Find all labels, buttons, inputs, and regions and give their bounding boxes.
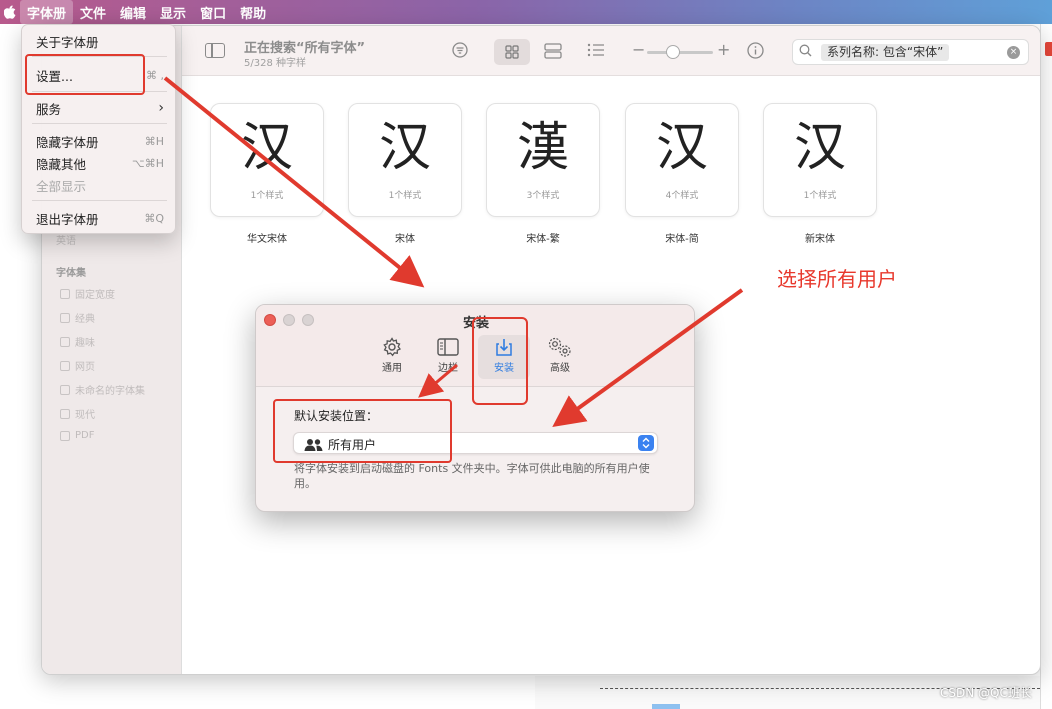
highlight-install-location — [273, 399, 452, 463]
sidebar-icon — [422, 335, 474, 359]
annotation-text: 选择所有用户 — [777, 267, 897, 291]
font-preview-glyph: 汉 — [378, 118, 431, 178]
font-name: 华文宋体 — [247, 234, 287, 245]
submenu-arrow-icon: › — [158, 100, 164, 116]
menu-window[interactable]: 窗口 — [193, 0, 233, 24]
menu-item-services[interactable]: 服务 › — [36, 98, 164, 118]
menu-fontbook[interactable]: 字体册 — [20, 0, 74, 24]
menu-item-quit[interactable]: 退出字体册 ⌘Q — [36, 208, 164, 228]
font-preview-glyph: 汉 — [793, 118, 846, 178]
zoom-in-icon[interactable]: + — [717, 40, 730, 59]
background-window-edge — [1040, 24, 1052, 709]
font-card[interactable]: 汉 1个样式 — [348, 103, 462, 217]
strip-view-icon[interactable] — [544, 43, 562, 63]
tab-general[interactable]: 通用 — [366, 335, 418, 379]
font-preview-glyph: 汉 — [240, 118, 293, 178]
sidebar-section-collections: 字体集 — [56, 268, 86, 279]
font-card[interactable]: 汉 1个样式 — [210, 103, 324, 217]
zoom-out-icon[interactable]: − — [632, 40, 645, 59]
sidebar-item-english[interactable]: 英语 — [56, 232, 76, 247]
menu-edit[interactable]: 编辑 — [113, 0, 153, 24]
font-preview-glyph: 汉 — [655, 118, 708, 178]
background-red-icon — [1045, 42, 1052, 56]
font-card[interactable]: 汉 4个样式 — [625, 103, 739, 217]
sidebar-collection-fixed-width[interactable]: 固定宽度 — [60, 286, 115, 301]
toggle-sidebar-icon[interactable] — [205, 43, 225, 58]
sidebar-collection-pdf[interactable]: PDF — [60, 430, 94, 441]
collection-icon — [60, 384, 70, 395]
menu-item-about[interactable]: 关于字体册 — [36, 31, 164, 51]
highlight-settings — [25, 54, 145, 95]
sidebar-collection-web[interactable]: 网页 — [60, 358, 95, 373]
font-style-count: 1个样式 — [803, 191, 837, 201]
menu-item-hide[interactable]: 隐藏字体册 ⌘H — [36, 131, 164, 151]
sidebar-collection-untitled[interactable]: 未命名的字体集 — [60, 382, 145, 397]
collection-icon — [60, 336, 70, 347]
toolbar: 正在搜索“所有字体” 5/328 种字样 − + 系列名称: 包含“宋体” × — [182, 26, 1040, 76]
list-view-icon[interactable] — [587, 43, 605, 61]
grid-icon — [505, 45, 519, 59]
install-location-description: 将字体安装到启动磁盘的 Fonts 文件夹中。字体可供此电脑的所有用户使用。 — [294, 462, 650, 490]
search-icon — [799, 44, 812, 61]
tab-advanced[interactable]: 高级 — [534, 335, 586, 379]
info-icon[interactable] — [747, 42, 764, 63]
collection-icon — [60, 430, 70, 441]
highlight-install-tab — [472, 317, 528, 405]
font-name: 宋体-简 — [665, 234, 699, 245]
font-style-count: 1个样式 — [388, 191, 422, 201]
background-blue-element — [652, 704, 680, 709]
font-style-count: 3个样式 — [526, 191, 560, 201]
collection-icon — [60, 312, 70, 323]
sidebar-collection-fun[interactable]: 趣味 — [60, 334, 95, 349]
font-card[interactable]: 汉 1个样式 — [763, 103, 877, 217]
sidebar-collection-modern[interactable]: 现代 — [60, 406, 95, 421]
toolbar-subtitle: 5/328 种字样 — [244, 58, 306, 69]
apple-menu-icon[interactable] — [0, 0, 20, 24]
menu-item-hide-others[interactable]: 隐藏其他 ⌥⌘H — [36, 153, 164, 173]
gears-icon — [534, 335, 586, 359]
grid-view-button[interactable] — [494, 39, 530, 65]
font-style-count: 1个样式 — [250, 191, 284, 201]
clear-search-icon[interactable]: × — [1007, 46, 1020, 59]
menu-separator — [32, 123, 167, 124]
preview-size-slider[interactable] — [647, 51, 713, 54]
font-style-count: 4个样式 — [665, 191, 699, 201]
search-field[interactable]: 系列名称: 包含“宋体” × — [792, 39, 1029, 65]
tab-sidebar[interactable]: 边栏 — [422, 335, 474, 379]
menu-bar: 字体册 文件 编辑 显示 窗口 帮助 — [0, 0, 1052, 24]
font-card[interactable]: 漢 3个样式 — [486, 103, 600, 217]
menu-view[interactable]: 显示 — [153, 0, 193, 24]
watermark: CSDN @QC班长 — [940, 686, 1032, 700]
menu-separator — [32, 200, 167, 201]
collection-icon — [60, 288, 70, 299]
search-token[interactable]: 系列名称: 包含“宋体” — [821, 44, 950, 61]
font-name: 宋体 — [395, 234, 415, 245]
font-name: 宋体-繁 — [526, 234, 560, 245]
slider-knob[interactable] — [666, 45, 680, 59]
sidebar-collection-classic[interactable]: 经典 — [60, 310, 95, 325]
menu-file[interactable]: 文件 — [73, 0, 113, 24]
popup-stepper-icon — [638, 435, 654, 451]
collection-icon — [60, 360, 70, 371]
collection-icon — [60, 408, 70, 419]
font-name: 新宋体 — [805, 234, 835, 245]
gear-icon — [366, 335, 418, 359]
filter-icon[interactable] — [452, 42, 468, 62]
menu-item-show-all: 全部显示 — [36, 178, 87, 194]
font-preview-glyph: 漢 — [516, 118, 569, 178]
menu-help[interactable]: 帮助 — [233, 0, 273, 24]
